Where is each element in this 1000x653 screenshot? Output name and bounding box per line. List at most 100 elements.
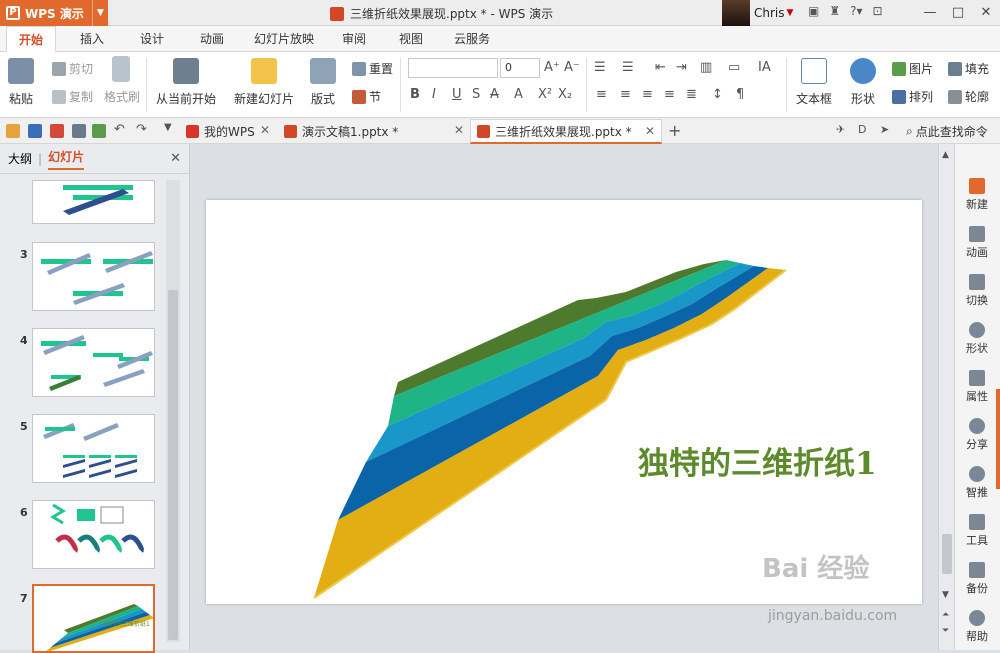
tab-insert[interactable]: 插入 (68, 26, 116, 52)
shadow-icon[interactable]: S (472, 87, 480, 102)
sidebar-item-new[interactable]: 新建 (955, 178, 999, 212)
scrollbar-thumb[interactable] (168, 290, 178, 640)
close-icon[interactable]: ✕ (645, 124, 655, 138)
fill-button[interactable]: 填充 (948, 60, 989, 77)
align-left-icon[interactable]: ≡ (596, 87, 607, 102)
slide-thumbnail[interactable] (32, 500, 155, 569)
italic-icon[interactable]: I (432, 87, 436, 102)
next-slide-icon[interactable]: ⏷ (942, 626, 949, 636)
close-icon[interactable]: ✕ (454, 123, 464, 137)
sidebar-item-backup[interactable]: 备份 (955, 562, 999, 596)
copy-button[interactable]: 复制 (52, 88, 93, 105)
pin-icon[interactable]: ✈ (836, 123, 845, 136)
new-slide-button[interactable]: 新建幻灯片 (234, 58, 294, 107)
scroll-down-icon[interactable]: ▼ (942, 590, 949, 600)
tab-cloud[interactable]: 云服务 (442, 26, 502, 52)
skin-icon[interactable]: ▣ (808, 4, 819, 18)
help-icon[interactable]: ?▾ (850, 4, 862, 18)
sidebar-item-transition[interactable]: 切换 (955, 274, 999, 308)
shirt-icon[interactable]: ♜ (829, 4, 840, 18)
font-size-select[interactable]: 0 (500, 58, 540, 78)
add-tab-icon[interactable]: + (668, 121, 681, 140)
sidebar-item-help[interactable]: 帮助 (955, 610, 999, 644)
numbering-icon[interactable]: ☰ (622, 60, 634, 75)
text-direction-icon[interactable]: ⅠA (758, 60, 771, 75)
search-command[interactable]: ⌕ 点此查找命令 (906, 123, 988, 140)
tab-review[interactable]: 审阅 (330, 26, 378, 52)
app-menu-button[interactable]: P WPS 演示 ▼ (0, 0, 108, 26)
bullets-icon[interactable]: ☰ (594, 60, 606, 75)
sidebar-item-animation[interactable]: 动画 (955, 226, 999, 260)
user-account[interactable]: Chris ▼ (722, 0, 793, 26)
slide-thumbnail[interactable] (32, 414, 155, 483)
underline-icon[interactable]: U (452, 87, 462, 102)
shrink-font-icon[interactable]: A⁻ (564, 60, 580, 75)
slide-title[interactable]: 独特的三维折纸1 (638, 438, 877, 483)
tab-document-1[interactable]: 演示文稿1.pptx * ✕ (278, 119, 470, 144)
from-current-button[interactable]: 从当前开始 (156, 58, 216, 107)
slide-thumbnail[interactable] (32, 242, 155, 311)
superscript-icon[interactable]: X² (538, 87, 552, 102)
tab-design[interactable]: 设计 (128, 26, 176, 52)
outline-tab[interactable]: 大纲 (8, 150, 32, 167)
close-icon[interactable]: ✕ (972, 0, 1000, 26)
pdf-icon[interactable] (50, 124, 64, 138)
previous-slide-icon[interactable]: ⏶ (942, 610, 949, 620)
subscript-icon[interactable]: X₂ (558, 87, 572, 102)
increase-indent-icon[interactable]: ⇥ (676, 60, 687, 75)
slide[interactable]: 独特的三维折纸1 (206, 200, 922, 604)
paste-button[interactable]: 粘贴 (8, 58, 34, 107)
slide-thumbnail[interactable] (32, 328, 155, 397)
print-icon[interactable] (72, 124, 86, 138)
maximize-icon[interactable]: □ (944, 0, 972, 26)
tab-document-2[interactable]: 三维折纸效果展现.pptx * ✕ (470, 119, 662, 144)
font-color-icon[interactable]: A (514, 87, 523, 102)
textbox-button[interactable]: 文本框 (796, 58, 832, 107)
slide-thumbnail-selected[interactable]: 独特的三维折纸1 (32, 584, 155, 653)
canvas-scrollbar[interactable]: ▲ ▼ ⏶ ⏷ (938, 144, 954, 650)
close-icon[interactable]: ✕ (170, 151, 181, 166)
decrease-indent-icon[interactable]: ⇤ (655, 60, 666, 75)
open-icon[interactable] (6, 124, 20, 138)
distribute-icon[interactable]: ≣ (686, 87, 697, 102)
align-right-icon[interactable]: ≡ (642, 87, 653, 102)
sidebar-item-recommend[interactable]: 智推 (955, 466, 999, 500)
columns-icon[interactable]: ▥ (700, 60, 712, 75)
send-icon[interactable]: ➤ (880, 123, 889, 136)
justify-icon[interactable]: ≡ (664, 87, 675, 102)
picture-button[interactable]: 图片 (892, 60, 933, 77)
tab-slideshow[interactable]: 幻灯片放映 (242, 26, 326, 52)
avatar[interactable] (722, 0, 750, 26)
chevron-down-icon[interactable]: ▼ (92, 0, 108, 26)
minimize-icon[interactable]: — (916, 0, 944, 26)
sidebar-item-tools[interactable]: 工具 (955, 514, 999, 548)
paragraph-icon[interactable]: ¶ (736, 87, 744, 102)
line-spacing-icon[interactable]: ↕ (712, 87, 723, 102)
tab-view[interactable]: 视图 (387, 26, 435, 52)
text-box-border-icon[interactable]: ▭ (728, 60, 740, 75)
outline-button[interactable]: 轮廓 (948, 88, 989, 105)
reset-button[interactable]: 重置 (352, 60, 393, 77)
grow-font-icon[interactable]: A⁺ (544, 60, 560, 75)
box-icon[interactable]: ⊡ (873, 4, 883, 18)
format-painter-icon[interactable] (112, 56, 130, 82)
scrollbar-thumb[interactable] (942, 534, 952, 574)
font-name-select[interactable] (408, 58, 498, 78)
shape-button[interactable]: 形状 (850, 58, 876, 107)
d-icon[interactable]: D (858, 123, 866, 136)
print-preview-icon[interactable] (92, 124, 106, 138)
save-icon[interactable] (28, 124, 42, 138)
section-button[interactable]: 节 (352, 88, 381, 105)
tab-home[interactable]: 开始 (6, 26, 57, 52)
sidebar-item-shape[interactable]: 形状 (955, 322, 999, 356)
slide-thumbnail[interactable] (32, 180, 155, 224)
strikethrough-icon[interactable]: A (490, 87, 499, 102)
align-center-icon[interactable]: ≡ (620, 87, 631, 102)
folded-paper-graphic[interactable] (206, 200, 922, 604)
sidebar-item-share[interactable]: 分享 (955, 418, 999, 452)
layout-button[interactable]: 版式 (310, 58, 336, 107)
slide-panel-scrollbar[interactable] (166, 180, 180, 642)
arrange-button[interactable]: 排列 (892, 88, 933, 105)
quick-access-dropdown-icon[interactable]: ▼ (164, 122, 172, 133)
sidebar-collapse-handle[interactable] (996, 389, 1000, 489)
